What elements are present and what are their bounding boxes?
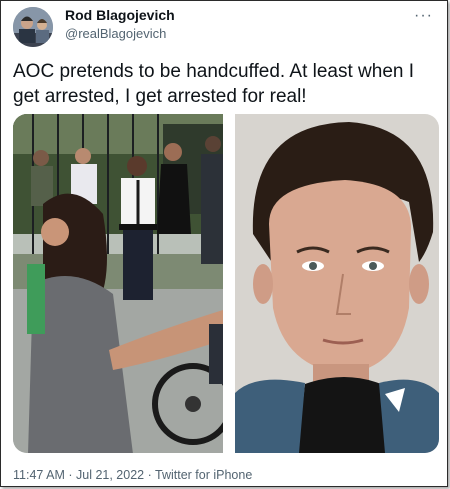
meta-separator: · xyxy=(144,468,155,482)
more-options-icon[interactable]: ··· xyxy=(414,7,433,25)
tweet-date[interactable]: Jul 21, 2022 xyxy=(76,468,144,482)
tweet-media[interactable] xyxy=(13,114,439,453)
media-photo-mugshot[interactable] xyxy=(235,114,439,453)
tweet-meta: 11:47 AM · Jul 21, 2022 · Twitter for iP… xyxy=(13,468,252,482)
tweet-card: Rod Blagojevich @realBlagojevich ··· AOC… xyxy=(0,0,448,487)
display-name[interactable]: Rod Blagojevich xyxy=(65,7,175,23)
tweet-time[interactable]: 11:47 AM xyxy=(13,468,65,482)
tweet-text: AOC pretends to be handcuffed. At least … xyxy=(13,61,415,107)
user-handle[interactable]: @realBlagojevich xyxy=(65,26,166,41)
media-photo-protest[interactable] xyxy=(13,114,234,453)
meta-separator: · xyxy=(64,468,76,482)
avatar[interactable] xyxy=(13,7,53,47)
tweet-source: Twitter for iPhone xyxy=(155,468,253,482)
